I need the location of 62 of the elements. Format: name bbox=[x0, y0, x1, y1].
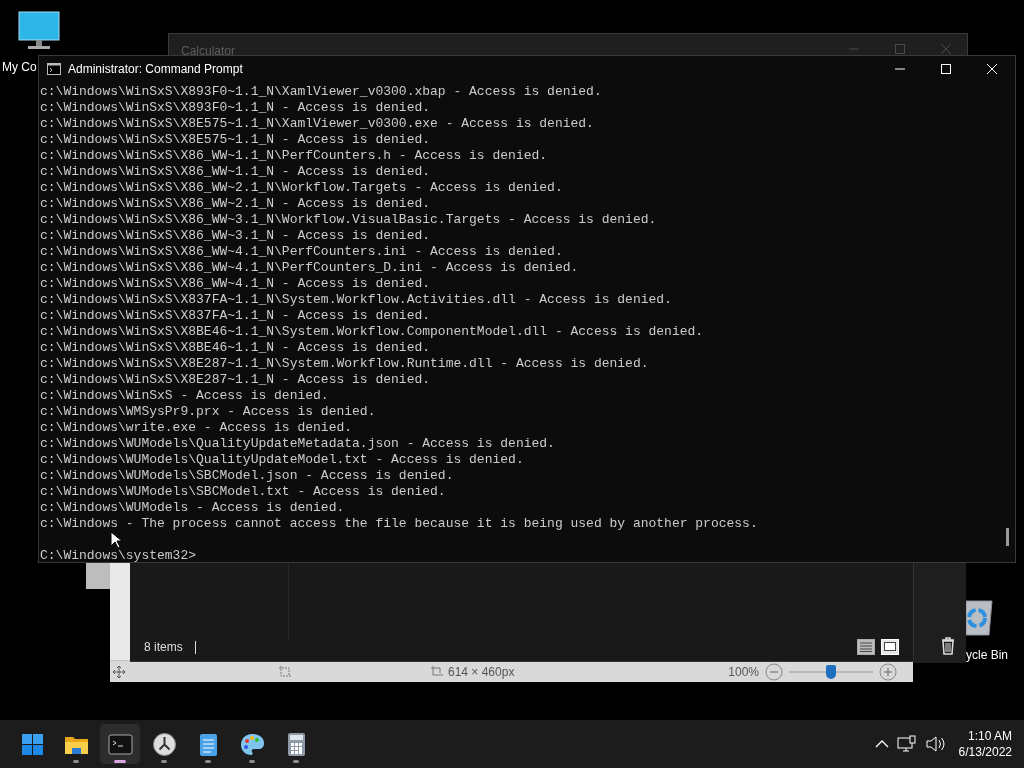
item-count: 8 items bbox=[144, 639, 183, 656]
console-line: c:\Windows\WinSxS\X8BE46~1.1_N - Access is denied. bbox=[40, 340, 431, 356]
console-line: c:\Windows\WinSxS\X86_WW~4.1_N\PerfCounters.ini - Access is denied. bbox=[40, 244, 563, 260]
dimensions-text: 614 × 460px bbox=[448, 663, 515, 681]
terminal-icon bbox=[47, 62, 61, 75]
console-line: c:\Windows\WMSysPr9.prx - Access is denied. bbox=[40, 404, 376, 420]
selection-icon bbox=[278, 664, 292, 679]
clock-date[interactable]: 6/13/2022 bbox=[958, 744, 1012, 760]
computer-icon[interactable] bbox=[17, 11, 61, 51]
console-line: c:\Windows\WinSxS\X86_WW~1.1_N\PerfCounters.h - Access is denied. bbox=[40, 148, 548, 164]
console-line: c:\Windows\WinSxS\X86_WW~2.1_N\Workflow.Targets - Access is denied. bbox=[40, 180, 563, 196]
close-icon bbox=[985, 62, 999, 75]
details-view-button[interactable] bbox=[857, 639, 875, 655]
taskbar-button[interactable] bbox=[100, 724, 140, 764]
console-line: c:\Windows\WUModels\SBCModel.json - Access is denied. bbox=[40, 468, 454, 484]
console-line: c:\Windows\WinSxS\X8E287~1.1_N - Access is denied. bbox=[40, 372, 431, 388]
console-line: c:\Windows\WinSxS\X837FA~1.1_N\System.Workflow.Activities.dll - Access is denied. bbox=[40, 292, 672, 308]
icon-label[interactable]: ycle Bin bbox=[966, 646, 1009, 664]
clock-icon bbox=[151, 731, 177, 757]
mouse-cursor-icon bbox=[110, 531, 122, 549]
tiles-view-button[interactable] bbox=[881, 639, 899, 655]
console-line: c:\Windows\WinSxS\X86_WW~2.1_N - Access is denied. bbox=[40, 196, 431, 212]
max-icon bbox=[939, 62, 953, 75]
zoom-slider[interactable] bbox=[789, 663, 873, 680]
console-line: c:\Windows\WinSxS\X8E575~1.1_N\XamlViewer_v0300.exe - Access is denied. bbox=[40, 116, 594, 132]
console-line: c:\Windows\WinSxS\X8BE46~1.1_N\System.Workflow.ComponentModel.dll - Access is denied. bbox=[40, 324, 704, 340]
console-line: c:\Windows\WinSxS\X86_WW~3.1_N - Access is denied. bbox=[40, 228, 431, 244]
console-line: c:\Windows\WinSxS\X86_WW~3.1_N\Workflow.VisualBasic.Targets - Access is denied. bbox=[40, 212, 657, 228]
volume-icon[interactable] bbox=[924, 735, 945, 753]
console-line: c:\Windows\WUModels\SBCModel.txt - Access is denied. bbox=[40, 484, 446, 500]
zoom-text: 100% bbox=[728, 663, 759, 681]
console-line: c:\Windows - The process cannot access the file because it is being used by another process. bbox=[40, 516, 758, 532]
text-cursor bbox=[194, 640, 196, 654]
console-line: c:\Windows\WinSxS - Access is denied. bbox=[40, 388, 329, 404]
canvas-size-icon bbox=[430, 664, 444, 679]
scrollbar-thumb[interactable] bbox=[1006, 528, 1009, 546]
terminal-icon bbox=[107, 731, 133, 757]
window-title: Calculator bbox=[181, 43, 236, 60]
console-line: c:\Windows\WinSxS\X86_WW~1.1_N - Access is denied. bbox=[40, 164, 431, 180]
console-line: c:\Windows\WUModels - Access is denied. bbox=[40, 500, 345, 516]
icon-label[interactable]: My Co bbox=[2, 58, 37, 76]
console-line: c:\Windows\WinSxS\X86_WW~4.1_N\PerfCounters_D.ini - Access is denied. bbox=[40, 260, 579, 276]
console-line: c:\Windows\WUModels\QualityUpdateModel.txt - Access is denied. bbox=[40, 452, 524, 468]
console-line: c:\Windows\write.exe - Access is denied. bbox=[40, 420, 353, 436]
palette-icon bbox=[239, 731, 265, 757]
slider-thumb[interactable] bbox=[826, 664, 836, 679]
clock-time[interactable]: 1:10 AM bbox=[967, 728, 1012, 744]
move-icon bbox=[112, 664, 126, 679]
trash-icon[interactable] bbox=[941, 637, 955, 655]
network-icon[interactable] bbox=[896, 735, 917, 753]
console-line: c:\Windows\WinSxS\X86_WW~4.1_N - Access is denied. bbox=[40, 276, 431, 292]
console-line: c:\Windows\WinSxS\X893F0~1.1_N - Access is denied. bbox=[40, 100, 431, 116]
console-line: c:\Windows\WUModels\QualityUpdateMetadata.json - Access is denied. bbox=[40, 436, 555, 452]
recycle-bin-icon[interactable] bbox=[966, 598, 996, 636]
console-line: c:\Windows\WinSxS\X8E575~1.1_N - Access is denied. bbox=[40, 132, 431, 148]
console-line: c:\Windows\WinSxS\X893F0~1.1_N\XamlViewer_v0300.xbap - Access is denied. bbox=[40, 84, 602, 100]
chevron-up-icon[interactable] bbox=[874, 739, 889, 749]
window-title: Administrator: Command Prompt bbox=[68, 60, 243, 78]
console-line: c:\Windows\WinSxS\X837FA~1.1_N - Access is denied. bbox=[40, 308, 431, 324]
command-prompt[interactable]: C:\Windows\system32> bbox=[40, 548, 197, 564]
start-icon bbox=[19, 731, 45, 757]
console-line: c:\Windows\WinSxS\X8E287~1.1_N\System.Workflow.Runtime.dll - Access is denied. bbox=[40, 356, 649, 372]
